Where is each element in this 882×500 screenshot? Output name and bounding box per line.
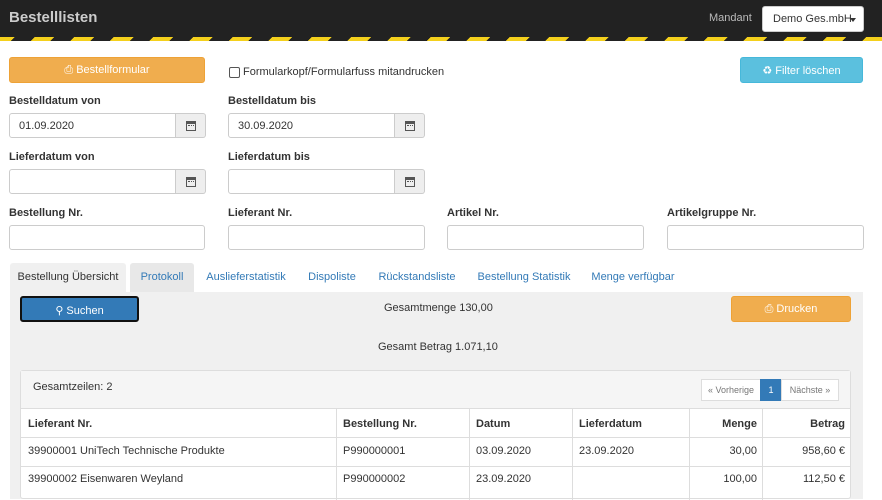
table-header-bar: Gesamtzeilen: 2 « Vorherige 1 Nächste » [21,371,850,409]
mandant-value: Demo Ges.mbH [773,13,852,25]
lieferant-nr-label: Lieferant Nr. [228,207,293,219]
cell-menge: 30,00 [729,445,757,457]
lieferdatum-bis-calendar-button[interactable] [395,169,425,194]
bestellung-nr-label: Bestellung Nr. [9,207,83,219]
mandant-label: Mandant [709,12,752,24]
bestelldatum-bis-calendar-button[interactable] [395,113,425,138]
tab-dispoliste[interactable]: Dispoliste [302,263,362,292]
suchen-label: Suchen [66,305,104,317]
gesamt-betrag-text: Gesamt Betrag 1.071,10 [378,341,498,353]
tab-menge-verfuegbar[interactable]: Menge verfügbar [586,263,680,292]
gesamtmenge-text: Gesamtmenge 130,00 [384,302,493,314]
mandant-dropdown[interactable]: Demo Ges.mbH [762,6,864,32]
cell-datum: 23.09.2020 [476,473,532,485]
column-divider [572,409,573,500]
artikelgruppe-nr-input[interactable] [667,225,864,250]
artikel-nr-input[interactable] [447,225,644,250]
warning-stripe [0,37,882,41]
cell-betrag: 958,60 € [802,445,845,457]
cell-lieferant: 39900001 UniTech Technische Produkte [28,445,225,457]
cell-menge: 100,00 [723,473,757,485]
lieferdatum-von-label: Lieferdatum von [9,151,95,163]
cell-lieferant: 39900002 Eisenwaren Weyland [28,473,184,485]
formularkopf-checkbox[interactable] [229,67,240,78]
lieferdatum-bis-input[interactable] [228,169,395,194]
cell-bestellung: P990000001 [343,445,406,457]
row-count: Gesamtzeilen: 2 [33,381,113,393]
cell-datum: 03.09.2020 [476,445,532,457]
search-icon: ⚲ [55,305,64,317]
calendar-icon [405,121,415,131]
pager-next[interactable]: Nächste » [781,379,839,401]
bestelldatum-bis-label: Bestelldatum bis [228,95,317,107]
top-navbar: Bestelllisten Mandant Demo Ges.mbH [0,0,882,37]
column-divider [762,409,763,500]
lieferdatum-von-input[interactable] [9,169,176,194]
filter-loeschen-button[interactable]: ♻ Filter löschen [740,57,863,83]
artikel-nr-label: Artikel Nr. [447,207,499,219]
drucken-label: Drucken [776,303,818,315]
page-title: Bestelllisten [9,9,98,26]
bestelldatum-bis-input[interactable]: 30.09.2020 [228,113,395,138]
column-header-betrag[interactable]: Betrag [810,418,845,430]
results-table: Gesamtzeilen: 2 « Vorherige 1 Nächste » … [20,370,851,500]
cell-betrag: 112,50 € [802,473,845,485]
tab-auslieferstatistik[interactable]: Auslieferstatistik [200,263,292,292]
bestellformular-button[interactable]: ⎙ Bestellformular [9,57,205,83]
print-icon: ⎙ [764,303,774,315]
column-divider [469,409,470,500]
artikelgruppe-nr-label: Artikelgruppe Nr. [667,207,757,219]
print-icon: ⎙ [64,64,74,76]
lieferdatum-bis-label: Lieferdatum bis [228,151,310,163]
bestellformular-label: Bestellformular [76,64,150,76]
recycle-icon: ♻ [762,65,773,77]
pager-page-1[interactable]: 1 [760,379,782,401]
bestelldatum-von-label: Bestelldatum von [9,95,101,107]
bestellung-nr-input[interactable] [9,225,205,250]
column-divider [336,409,337,500]
caret-down-icon [850,18,856,22]
column-header-menge[interactable]: Menge [722,418,757,430]
tab-protokoll[interactable]: Protokoll [130,263,194,292]
table-divider [21,466,850,467]
table-divider [21,437,850,438]
column-header-datum[interactable]: Datum [476,418,510,430]
bestelldatum-von-calendar-button[interactable] [176,113,206,138]
pager-prev[interactable]: « Vorherige [701,379,761,401]
lieferant-nr-input[interactable] [228,225,425,250]
column-header-bestellung[interactable]: Bestellung Nr. [343,418,417,430]
calendar-icon [405,177,415,187]
tab-bestellung-uebersicht[interactable]: Bestellung Übersicht [10,263,126,292]
filter-loeschen-label: Filter löschen [775,65,841,77]
tab-rueckstandsliste[interactable]: Rückstandsliste [372,263,462,292]
formularkopf-checkbox-label: Formularkopf/Formularfuss mitandrucken [243,66,445,78]
tab-bestellung-statistik[interactable]: Bestellung Statistik [472,263,576,292]
drucken-button[interactable]: ⎙ Drucken [731,296,851,322]
cell-bestellung: P990000002 [343,473,406,485]
suchen-button[interactable]: ⚲ Suchen [20,296,139,322]
bestelldatum-von-input[interactable]: 01.09.2020 [9,113,176,138]
column-header-lieferant[interactable]: Lieferant Nr. [28,418,92,430]
calendar-icon [186,121,196,131]
calendar-icon [186,177,196,187]
lieferdatum-von-calendar-button[interactable] [176,169,206,194]
cell-lieferdatum: 23.09.2020 [579,445,635,457]
column-divider [689,409,690,500]
column-header-lieferdatum[interactable]: Lieferdatum [579,418,642,430]
